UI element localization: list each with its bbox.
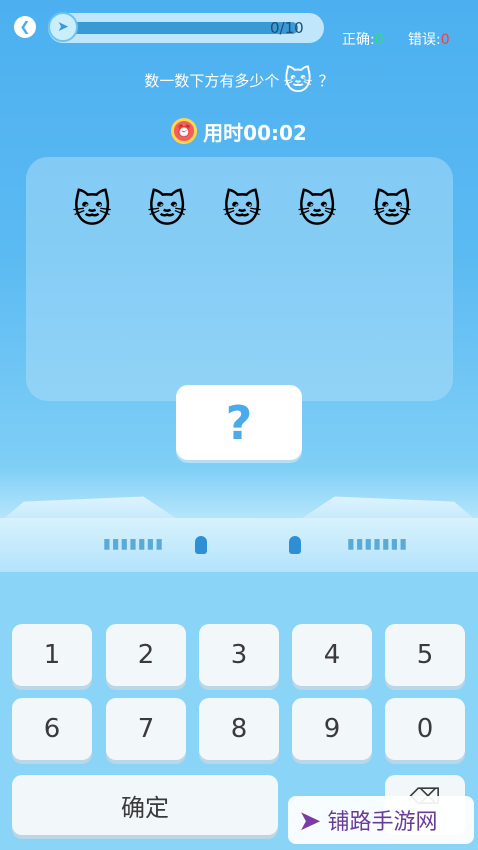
key-8[interactable]: 8 bbox=[199, 698, 279, 760]
correct-label: 正确: bbox=[342, 32, 375, 48]
watermark: ➤ 铺路手游网 bbox=[288, 796, 474, 844]
correct-score: 正确:0 bbox=[342, 29, 384, 49]
vent-right: ▮▮▮▮▮▮▮ bbox=[347, 536, 408, 552]
timer-label: 用时00:02 bbox=[203, 120, 307, 145]
counting-panel: 🐱 🐱 🐱 🐱 🐱 bbox=[26, 157, 453, 401]
question-prefix: 数一数下方有多少个 bbox=[144, 71, 280, 90]
key-6[interactable]: 6 bbox=[12, 698, 92, 760]
progress-track bbox=[58, 22, 298, 34]
wrong-label: 错误: bbox=[408, 32, 441, 48]
back-arrow-icon: ❮ bbox=[19, 19, 31, 35]
cat-icon: 🐱 bbox=[72, 187, 112, 231]
correct-value: 0 bbox=[374, 32, 384, 48]
wrong-value: 0 bbox=[440, 32, 450, 48]
watermark-logo-icon: ➤ bbox=[298, 803, 322, 837]
key-2[interactable]: 2 bbox=[106, 624, 186, 686]
cat-icon: 🐱 bbox=[297, 187, 337, 231]
back-button[interactable]: ❮ bbox=[14, 16, 36, 38]
question-prompt: 数一数下方有多少个 🐱 ？ bbox=[0, 62, 478, 98]
wrong-score: 错误:0 bbox=[408, 29, 450, 49]
key-0[interactable]: 0 bbox=[385, 698, 465, 760]
cat-icon: 🐱 bbox=[222, 187, 262, 231]
console-top bbox=[0, 496, 478, 522]
key-9[interactable]: 9 bbox=[292, 698, 372, 760]
question-suffix: ？ bbox=[318, 71, 334, 90]
confirm-button[interactable]: 确定 bbox=[12, 775, 278, 835]
key-7[interactable]: 7 bbox=[106, 698, 186, 760]
key-3[interactable]: 3 bbox=[199, 624, 279, 686]
cat-icon: 🐱 bbox=[147, 187, 187, 231]
progress-count: 0/10 bbox=[270, 19, 304, 37]
cat-icon: 🐱 bbox=[283, 63, 313, 97]
answer-box: ? bbox=[176, 385, 302, 460]
vent-left: ▮▮▮▮▮▮▮ bbox=[103, 536, 164, 552]
top-bar: ❮ ➤ 0/10 正确:0 错误:0 bbox=[0, 10, 478, 48]
cat-icon: 🐱 bbox=[372, 187, 412, 231]
watermark-text: 铺路手游网 bbox=[327, 810, 438, 835]
key-4[interactable]: 4 bbox=[292, 624, 372, 686]
alarm-clock-icon: ⏰ bbox=[171, 118, 198, 144]
rocket-icon: ➤ bbox=[48, 12, 78, 42]
key-1[interactable]: 1 bbox=[12, 624, 92, 686]
timer: ⏰ 用时00:02 bbox=[0, 116, 478, 146]
console-knob-left bbox=[195, 536, 207, 554]
answer-value: ? bbox=[225, 395, 253, 450]
key-5[interactable]: 5 bbox=[385, 624, 465, 686]
console-knob-right bbox=[289, 536, 301, 554]
cat-row: 🐱 🐱 🐱 🐱 🐱 bbox=[26, 185, 453, 235]
